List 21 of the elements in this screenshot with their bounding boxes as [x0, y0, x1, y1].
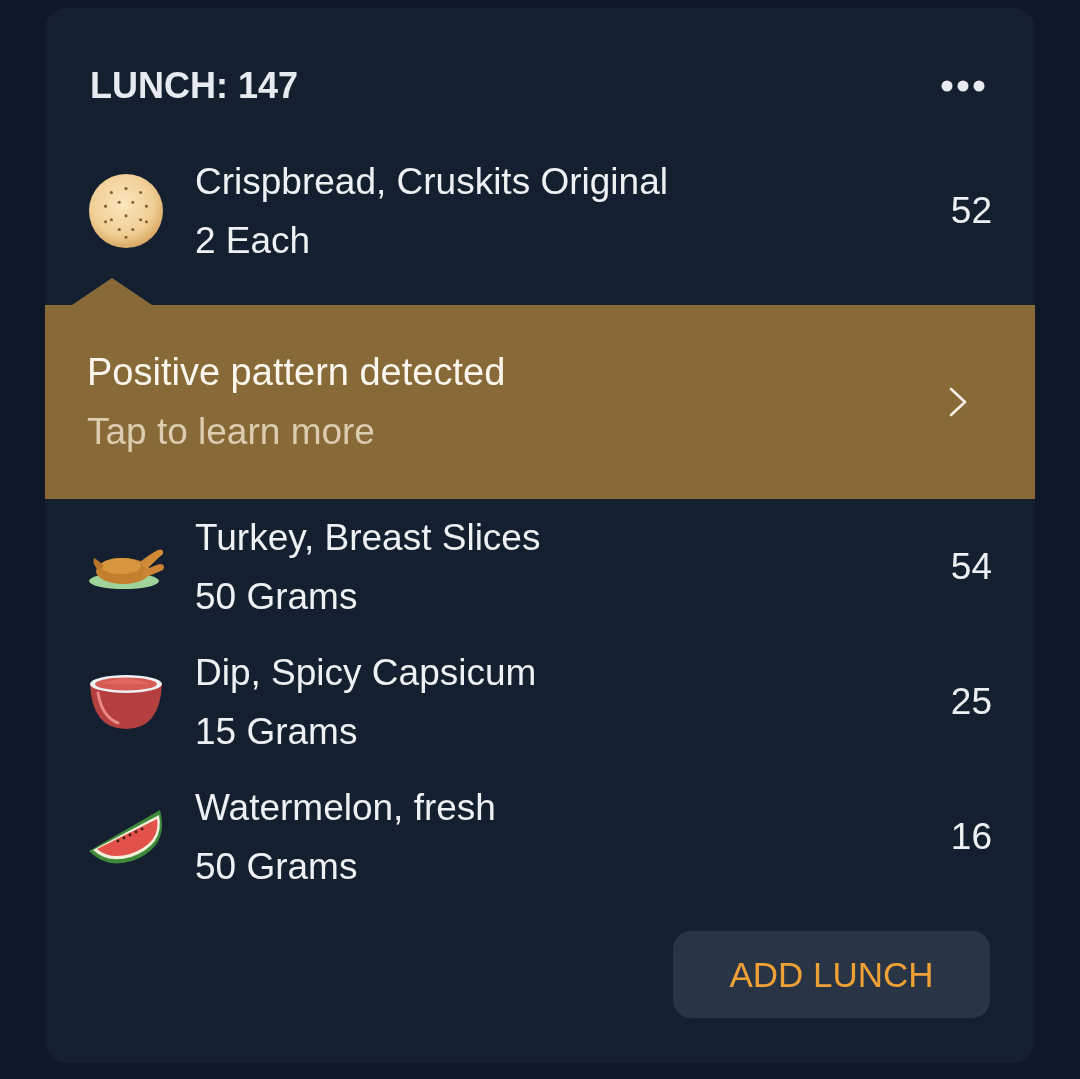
food-name: Turkey, Breast Slices [195, 515, 541, 560]
calorie-count: 25 [950, 679, 992, 724]
food-amount: 50 Grams [195, 574, 358, 619]
calorie-count: 16 [950, 814, 992, 859]
calorie-count: 52 [950, 188, 992, 233]
food-amount: 15 Grams [195, 709, 358, 754]
food-name: Dip, Spicy Capsicum [195, 650, 537, 695]
cracker-icon [88, 172, 164, 249]
more-options-icon[interactable] [941, 80, 985, 92]
calorie-count: 54 [950, 544, 992, 589]
meal-title: LUNCH: 147 [90, 64, 299, 108]
banner-title: Positive pattern detected [87, 350, 506, 395]
food-amount: 2 Each [195, 218, 311, 263]
chevron-right-icon [949, 387, 967, 417]
food-name: Watermelon, fresh [195, 785, 496, 830]
insight-banner[interactable]: Positive pattern detected Tap to learn more [45, 278, 1035, 499]
bowl-icon [88, 672, 164, 731]
food-name: Crispbread, Cruskits Original [195, 159, 668, 204]
banner-subtitle: Tap to learn more [87, 410, 375, 454]
add-lunch-button[interactable]: ADD LUNCH [673, 931, 990, 1018]
food-amount: 50 Grams [195, 844, 358, 889]
